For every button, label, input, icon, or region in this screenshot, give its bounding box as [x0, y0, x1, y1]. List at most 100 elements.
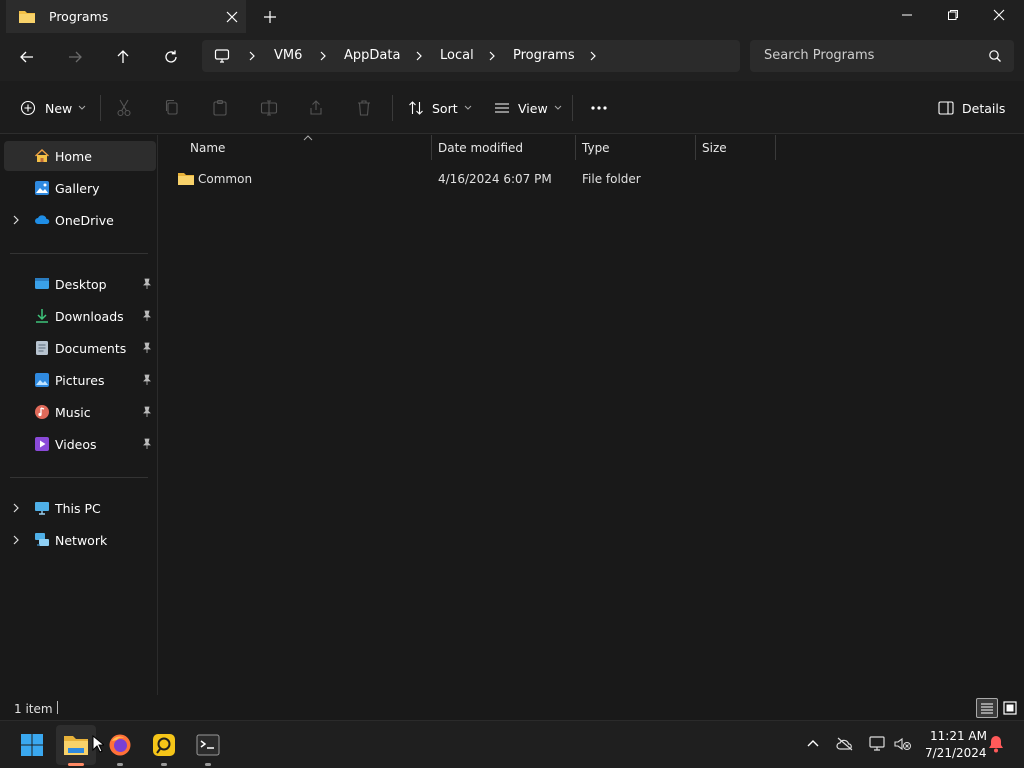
restore-button[interactable]	[930, 0, 976, 30]
tiles-view-toggle[interactable]	[1000, 698, 1020, 718]
volume-muted-icon[interactable]	[894, 737, 912, 751]
column-header-name[interactable]: Name	[190, 141, 225, 155]
breadcrumb-programs[interactable]: Programs	[513, 48, 575, 63]
gallery-icon	[35, 181, 49, 195]
pin-icon[interactable]	[142, 278, 152, 290]
taskbar-file-explorer[interactable]	[56, 725, 96, 766]
sidebar-item-network[interactable]: Network	[4, 525, 156, 555]
toolbar-divider	[100, 95, 101, 121]
pin-icon[interactable]	[142, 310, 152, 322]
videos-icon	[35, 437, 49, 451]
copy-icon	[165, 99, 178, 115]
delete-button[interactable]	[356, 96, 372, 120]
sidebar-item-home[interactable]: Home	[4, 141, 156, 171]
chevron-right-icon[interactable]	[12, 503, 20, 513]
rename-button[interactable]	[260, 96, 278, 120]
file-explorer-icon	[64, 736, 88, 755]
sidebar-item-downloads[interactable]: Downloads	[4, 301, 156, 331]
plus-icon	[264, 11, 276, 23]
sidebar-item-label: Network	[55, 533, 108, 548]
title-bar: Programs	[0, 0, 1024, 33]
rename-icon	[260, 100, 278, 116]
share-icon	[310, 100, 322, 115]
address-bar[interactable]: VM6 AppData Local Programs	[202, 40, 740, 72]
app-icon	[153, 734, 175, 756]
sidebar-item-videos[interactable]: Videos	[4, 429, 156, 459]
forward-button[interactable]	[60, 43, 90, 71]
cut-button[interactable]	[116, 96, 132, 120]
search-box[interactable]	[750, 40, 1014, 72]
refresh-button[interactable]	[156, 43, 186, 71]
notification-bell-icon[interactable]	[988, 735, 1004, 753]
close-tab-button[interactable]	[222, 8, 242, 26]
breadcrumb-appdata[interactable]: AppData	[344, 48, 400, 63]
sidebar-item-desktop[interactable]: Desktop	[4, 269, 156, 299]
sidebar-item-pictures[interactable]: Pictures	[4, 365, 156, 395]
chevron-right-icon[interactable]	[12, 215, 20, 225]
taskbar-terminal[interactable]	[188, 725, 228, 766]
back-button[interactable]	[12, 43, 42, 71]
network-status-icon[interactable]	[868, 736, 886, 752]
sidebar-item-this-pc[interactable]: This PC	[4, 493, 156, 523]
running-indicator	[205, 763, 211, 766]
sidebar-item-documents[interactable]: Documents	[4, 333, 156, 363]
copy-button[interactable]	[164, 96, 180, 120]
column-divider[interactable]	[431, 135, 432, 160]
sidebar-divider	[10, 253, 148, 254]
paste-button[interactable]	[212, 96, 228, 120]
tab-title: Programs	[49, 9, 109, 24]
start-button[interactable]	[12, 725, 52, 765]
details-button[interactable]: Details	[938, 96, 1005, 120]
home-icon	[35, 149, 49, 162]
folder-icon	[19, 11, 35, 23]
breadcrumb-vm6[interactable]: VM6	[274, 48, 302, 63]
table-row[interactable]: Common 4/16/2024 6:07 PM File folder	[169, 167, 775, 191]
breadcrumb-local[interactable]: Local	[440, 48, 474, 63]
sidebar-item-onedrive[interactable]: OneDrive	[4, 205, 156, 235]
chevron-up-icon[interactable]	[806, 738, 820, 748]
details-view-toggle[interactable]	[976, 698, 998, 718]
pin-icon[interactable]	[142, 342, 152, 354]
sort-button[interactable]: Sort	[408, 96, 472, 120]
toolbar-divider	[572, 95, 573, 121]
column-divider[interactable]	[575, 135, 576, 160]
close-icon	[993, 9, 1005, 21]
clock-time[interactable]: 11:21 AM	[930, 729, 987, 743]
arrow-up-icon	[117, 50, 129, 63]
more-options-button[interactable]	[590, 96, 608, 120]
close-window-button[interactable]	[976, 0, 1022, 30]
sidebar-item-gallery[interactable]: Gallery	[4, 173, 156, 203]
column-header-type[interactable]: Type	[582, 141, 610, 155]
column-divider[interactable]	[775, 135, 776, 160]
search-icon[interactable]	[988, 49, 1002, 63]
column-header-date-modified[interactable]: Date modified	[438, 141, 523, 155]
chevron-right-icon[interactable]	[12, 535, 20, 545]
cloud-offline-icon[interactable]	[836, 737, 854, 751]
chevron-down-icon	[554, 105, 562, 110]
sidebar-item-label: OneDrive	[55, 213, 114, 228]
view-button[interactable]: View	[494, 96, 562, 120]
tiles-view-icon	[1003, 701, 1017, 715]
item-count: 1 item	[14, 702, 53, 716]
taskbar-app[interactable]	[144, 725, 184, 766]
column-divider[interactable]	[695, 135, 696, 160]
minimize-button[interactable]	[884, 0, 930, 30]
tab-programs[interactable]: Programs	[6, 0, 246, 33]
pin-icon[interactable]	[142, 374, 152, 386]
column-header-size[interactable]: Size	[702, 141, 727, 155]
pin-icon[interactable]	[142, 406, 152, 418]
pin-icon[interactable]	[142, 438, 152, 450]
share-button[interactable]	[308, 96, 324, 120]
chevron-right-icon[interactable]	[588, 50, 598, 62]
onedrive-icon	[35, 215, 50, 224]
search-input[interactable]	[764, 48, 984, 63]
new-label: New	[45, 100, 73, 116]
new-tab-button[interactable]	[260, 8, 280, 26]
clock-date[interactable]: 7/21/2024	[925, 746, 987, 760]
chevron-right-icon	[249, 51, 255, 61]
up-button[interactable]	[108, 43, 138, 71]
taskbar-firefox[interactable]	[100, 725, 140, 766]
active-indicator	[68, 763, 84, 766]
new-button[interactable]: New	[20, 96, 86, 120]
sidebar-item-music[interactable]: Music	[4, 397, 156, 427]
